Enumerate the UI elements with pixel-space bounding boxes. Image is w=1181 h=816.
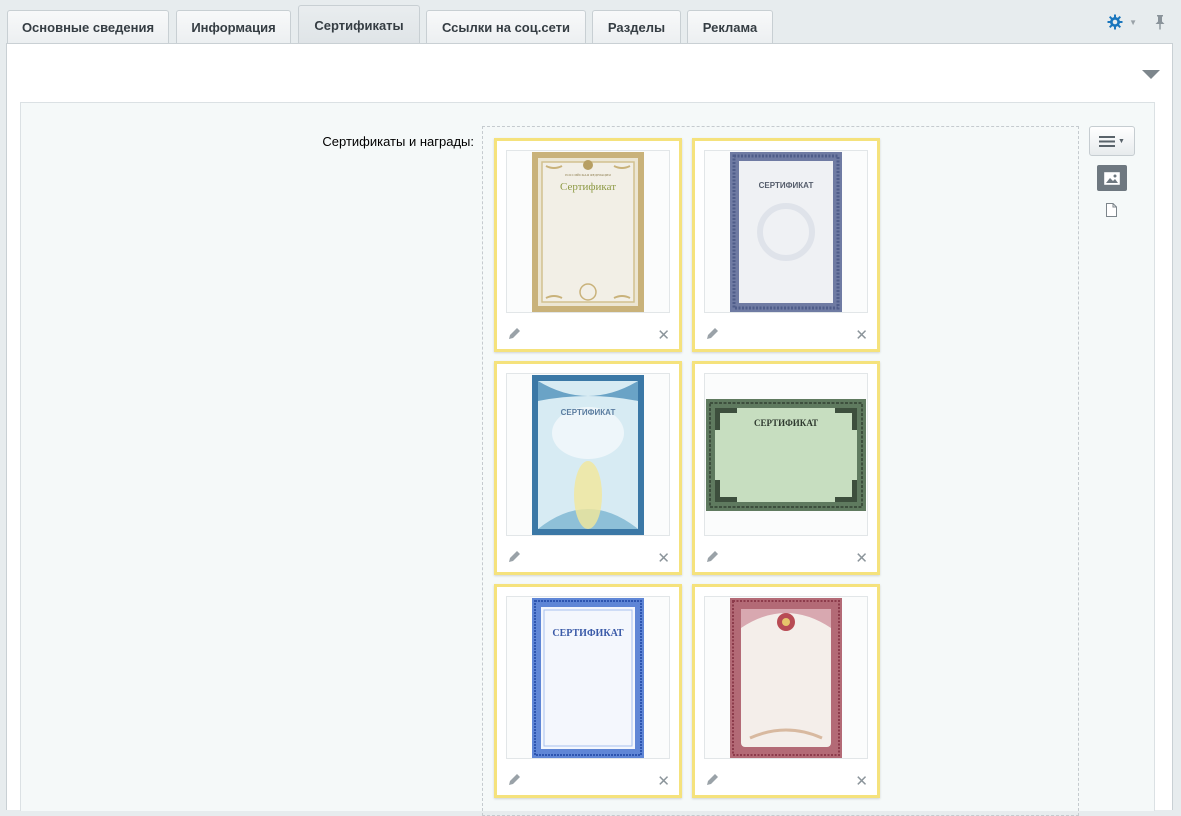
certificate-thumbnail[interactable]: СЕРТИФИКАТ	[704, 373, 868, 536]
tab-certificates[interactable]: Сертификаты	[298, 5, 420, 44]
menu-icon	[1099, 135, 1116, 147]
certificate-title: СЕРТИФИКАТ	[759, 181, 814, 190]
close-icon[interactable]: ✕	[657, 328, 670, 343]
certificate-card[interactable]: СЕРТИФИКАТ ✕	[692, 138, 880, 352]
certificate-thumbnail[interactable]: РОССИЙСКАЯ ФЕДЕРАЦИЯ Сертификат	[506, 150, 670, 313]
pencil-icon[interactable]	[705, 327, 719, 341]
certificate-thumbnail[interactable]: СЕРТИФИКАТ	[704, 150, 868, 313]
chevron-down-icon[interactable]: ▼	[1129, 18, 1137, 27]
tab-content-panel: Сертификаты и награды: РОССИЙСКАЯ ФЕДЕРА…	[6, 43, 1173, 816]
tab-basic-info[interactable]: Основные сведения	[7, 10, 169, 43]
pencil-icon[interactable]	[705, 773, 719, 787]
image-view-button[interactable]	[1097, 165, 1127, 191]
close-icon[interactable]: ✕	[657, 551, 670, 566]
certificate-title: Сертификат	[560, 181, 616, 193]
certificate-thumbnail[interactable]: СЕРТИФИКАТ	[506, 596, 670, 759]
tab-social-links[interactable]: Ссылки на соц.сети	[426, 10, 586, 43]
pencil-icon[interactable]	[705, 550, 719, 564]
file-icon[interactable]	[1106, 203, 1117, 217]
pencil-icon[interactable]	[507, 327, 521, 341]
pencil-icon[interactable]	[507, 550, 521, 564]
menu-dropdown-button[interactable]: ▼	[1089, 126, 1135, 156]
certificate-card[interactable]: РОССИЙСКАЯ ФЕДЕРАЦИЯ Сертификат ✕	[494, 138, 682, 352]
file-dropzone[interactable]: РОССИЙСКАЯ ФЕДЕРАЦИЯ Сертификат ✕ СЕРТИФ…	[482, 126, 1079, 816]
certificate-card[interactable]: СЕРТИФИКАТ ✕	[494, 584, 682, 798]
image-icon	[1104, 171, 1120, 185]
certificate-thumbnail[interactable]	[704, 596, 868, 759]
certificate-card[interactable]: СЕРТИФИКАТ ✕	[494, 361, 682, 575]
certificate-title: СЕРТИФИКАТ	[552, 628, 624, 639]
certificate-subtitle: РОССИЙСКАЯ ФЕДЕРАЦИЯ	[565, 172, 611, 177]
certificate-card[interactable]: ✕	[692, 584, 880, 798]
certificate-card[interactable]: СЕРТИФИКАТ ✕	[692, 361, 880, 575]
tab-information[interactable]: Информация	[176, 10, 291, 43]
pencil-icon[interactable]	[507, 773, 521, 787]
close-icon[interactable]: ✕	[657, 774, 670, 789]
gear-icon[interactable]	[1107, 14, 1123, 30]
certificates-section: Сертификаты и награды: РОССИЙСКАЯ ФЕДЕРА…	[20, 102, 1155, 816]
tab-tools: ▼	[1107, 14, 1167, 30]
field-label: Сертификаты и награды:	[322, 134, 474, 149]
certificate-title: СЕРТИФИКАТ	[561, 408, 616, 417]
certificate-thumbnail[interactable]: СЕРТИФИКАТ	[506, 373, 670, 536]
close-icon[interactable]: ✕	[855, 328, 868, 343]
certificate-title: СЕРТИФИКАТ	[754, 418, 818, 428]
pin-icon[interactable]	[1153, 14, 1167, 30]
tab-sections[interactable]: Разделы	[592, 10, 681, 43]
chevron-down-icon: ▼	[1118, 137, 1125, 145]
close-icon[interactable]: ✕	[855, 551, 868, 566]
triangle-down-icon[interactable]	[1142, 70, 1160, 79]
tab-ads[interactable]: Реклама	[687, 10, 773, 43]
tab-bar: Основные сведения Информация Сертификаты…	[0, 0, 1181, 44]
close-icon[interactable]: ✕	[855, 774, 868, 789]
